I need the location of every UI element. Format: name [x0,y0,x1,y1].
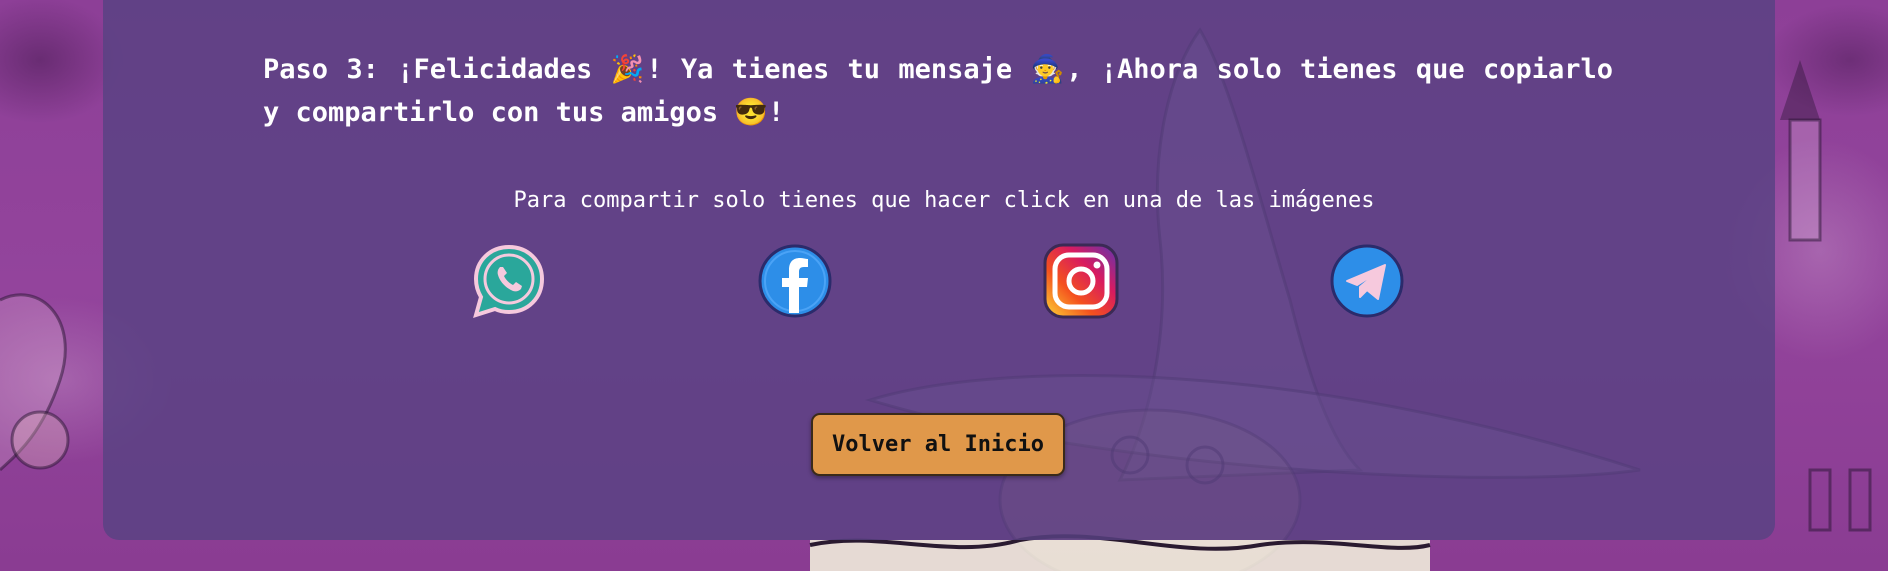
share-instructions: Para compartir solo tienes que hacer cli… [513,188,1375,213]
back-to-home-button[interactable]: Volver al Inicio [811,413,1065,476]
telegram-icon [1330,244,1404,318]
telegram-share-button[interactable] [1327,241,1407,321]
instagram-share-button[interactable] [1041,241,1121,321]
whatsapp-icon [473,244,545,319]
instagram-icon [1043,243,1119,319]
facebook-share-button[interactable] [755,241,835,321]
whatsapp-share-button[interactable] [469,241,549,321]
facebook-icon [758,244,832,318]
step-title: Paso 3: ¡Felicidades 🎉! Ya tienes tu men… [263,54,1613,128]
